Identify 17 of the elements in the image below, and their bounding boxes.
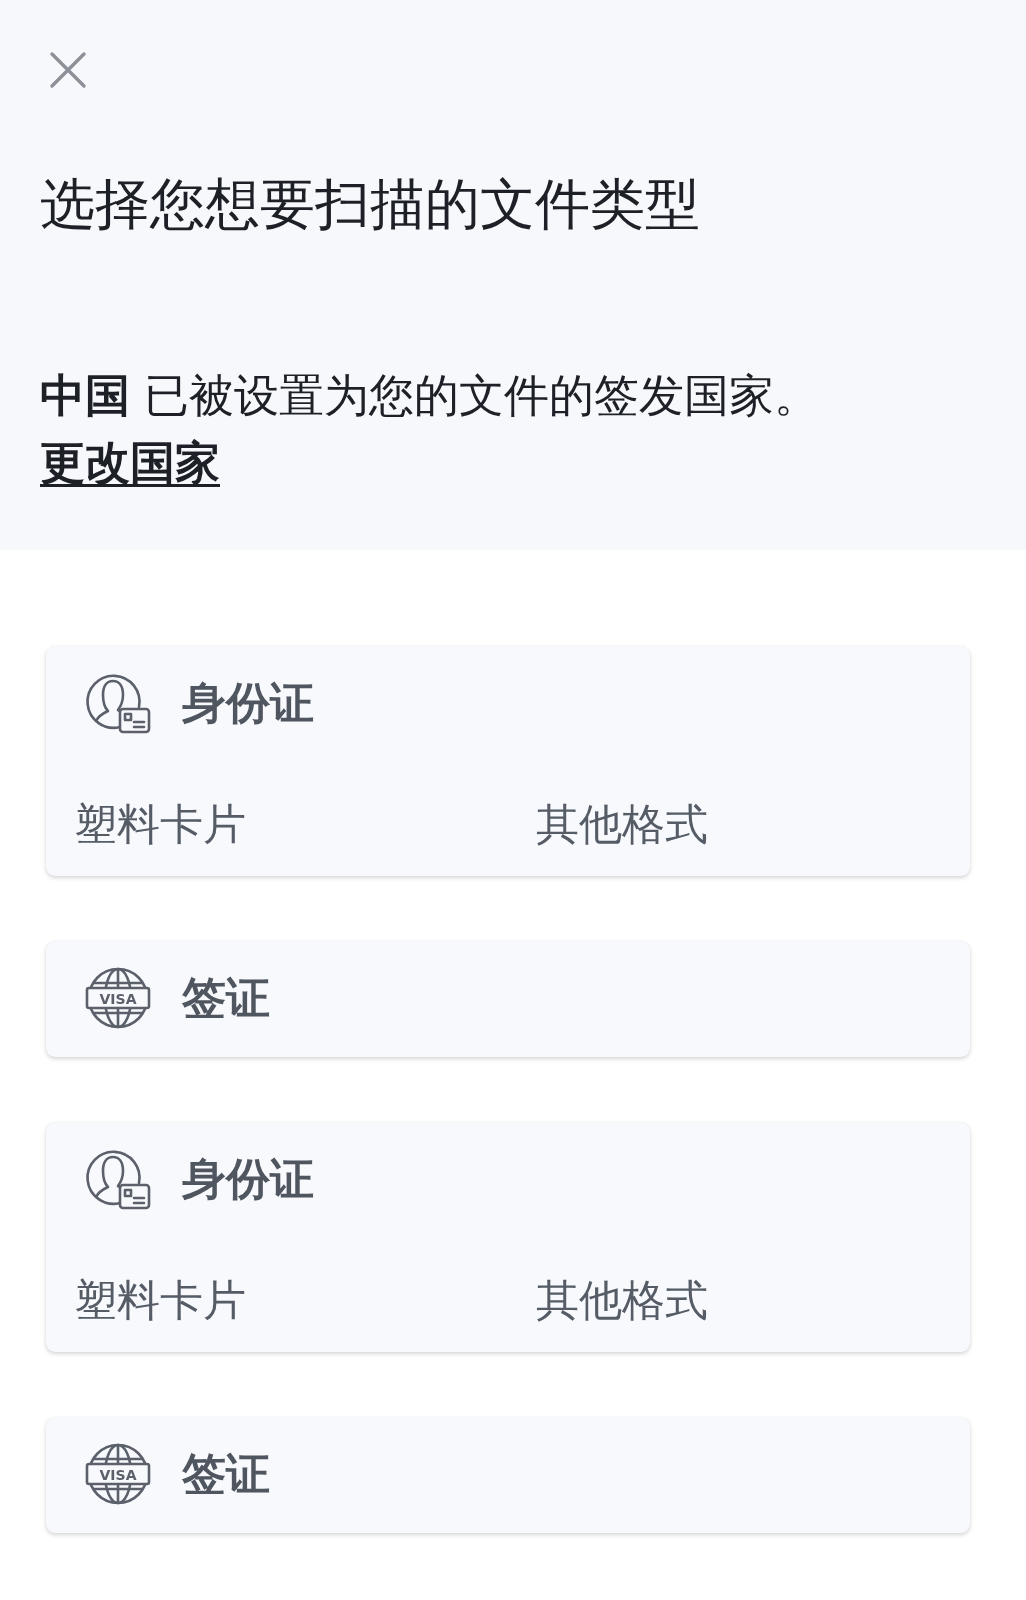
visa-label: VISA bbox=[99, 990, 137, 1007]
document-type-title: 签证 bbox=[182, 972, 270, 1024]
format-option[interactable]: 塑料卡片 bbox=[74, 1274, 246, 1326]
document-card[interactable]: VISA 签证 bbox=[46, 1417, 970, 1533]
close-icon bbox=[49, 51, 87, 89]
page-title: 选择您想要扫描的文件类型 bbox=[40, 171, 701, 237]
format-option[interactable]: 其他格式 bbox=[536, 798, 708, 850]
format-option[interactable]: 塑料卡片 bbox=[74, 798, 246, 850]
document-type-title: 身份证 bbox=[182, 677, 314, 729]
close-button[interactable] bbox=[49, 51, 87, 89]
issuing-country-notice: 中国 已被设置为您的文件的签发国家。 更改国家 bbox=[40, 368, 821, 491]
format-option[interactable]: 其他格式 bbox=[536, 1274, 708, 1326]
visa-label: VISA bbox=[99, 1466, 137, 1483]
document-card[interactable]: VISA 签证 bbox=[46, 941, 970, 1057]
document-type-title: 签证 bbox=[182, 1448, 270, 1500]
document-type-title: 身份证 bbox=[182, 1153, 314, 1205]
change-country-link[interactable]: 更改国家 bbox=[40, 436, 220, 489]
